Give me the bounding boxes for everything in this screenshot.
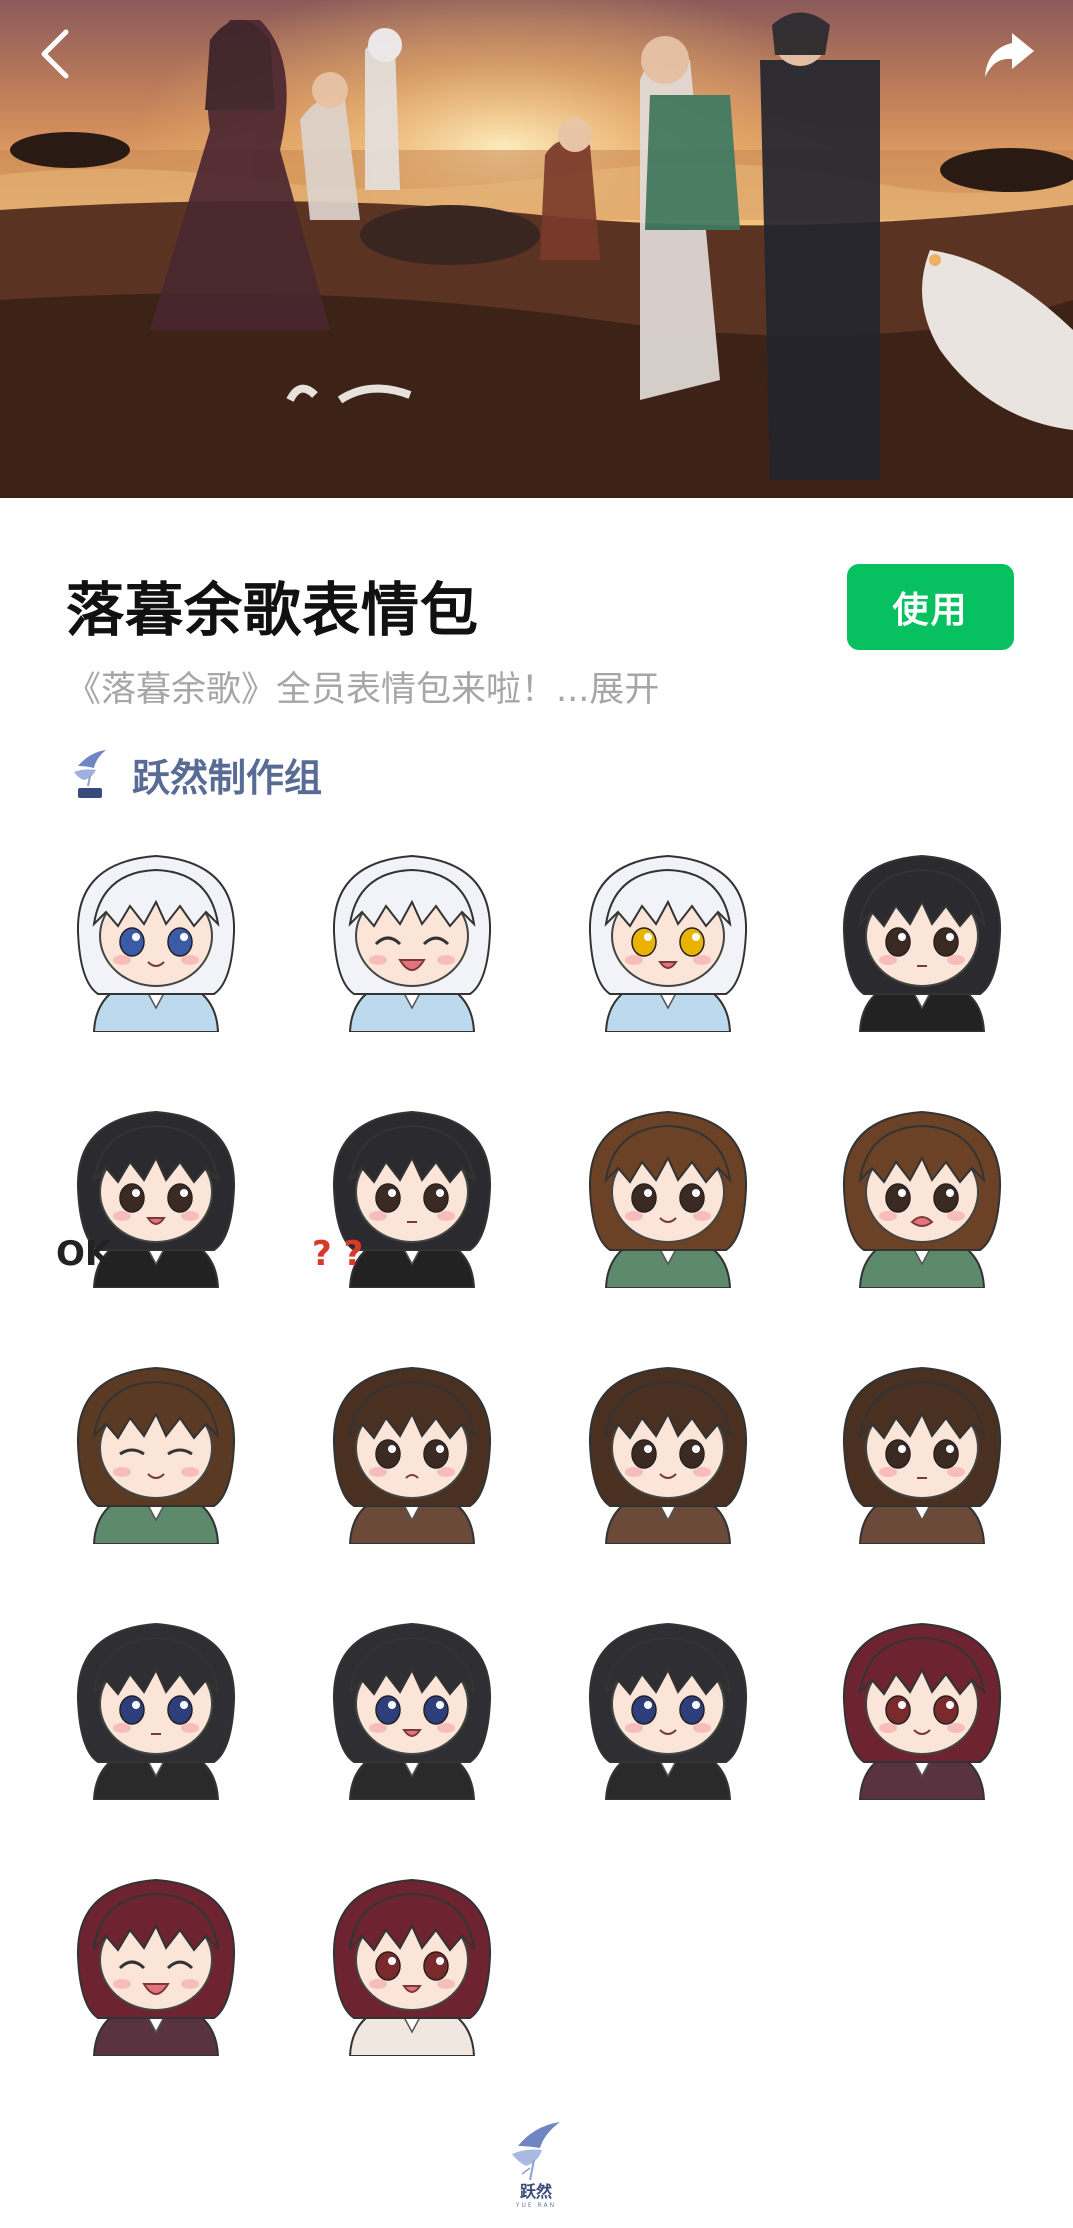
chibi-character-icon (588, 1110, 748, 1288)
chibi-character-icon (332, 1366, 492, 1544)
sticker-pack-detail-page: 落暮余歌表情包 使用 《落暮余歌》全员表情包来啦！...展开 跃然制作组 OK?… (0, 0, 1073, 2228)
expand-link[interactable]: ...展开 (556, 670, 659, 710)
sticker-item[interactable] (822, 1088, 1022, 1288)
chevron-left-icon (41, 29, 69, 79)
sticker-caption: OK (56, 1234, 112, 1274)
author-logo-icon (74, 750, 106, 798)
chibi-character-icon (842, 1622, 1002, 1800)
footer-brand-name: 跃然 (519, 2182, 552, 2201)
sticker-item[interactable] (312, 832, 512, 1032)
sticker-item[interactable] (568, 1600, 768, 1800)
back-button[interactable] (20, 18, 92, 90)
sticker-item[interactable] (822, 1344, 1022, 1544)
chibi-character-icon (842, 1366, 1002, 1544)
sticker-item[interactable] (312, 1600, 512, 1800)
sticker-item[interactable] (56, 1856, 256, 2056)
sticker-item[interactable] (822, 832, 1022, 1032)
pack-description: 《落暮余歌》全员表情包来啦！...展开 (66, 666, 659, 714)
sticker-item[interactable] (56, 1344, 256, 1544)
pack-title: 落暮余歌表情包 (66, 576, 480, 644)
use-button[interactable]: 使用 (847, 564, 1014, 650)
chibi-character-icon (76, 854, 236, 1032)
chibi-character-icon (588, 1366, 748, 1544)
author-name: 跃然制作组 (132, 755, 323, 800)
sticker-item[interactable]: OK (56, 1088, 256, 1288)
footer-brand-sub: YUE RAN (515, 2202, 557, 2209)
sticker-item[interactable] (312, 1344, 512, 1544)
pack-description-text: 《落暮余歌》全员表情包来啦！ (66, 670, 557, 710)
chibi-character-icon (842, 854, 1002, 1032)
chibi-character-icon (588, 1622, 748, 1800)
chibi-character-icon (842, 1110, 1002, 1288)
bird-logo-icon (512, 2122, 560, 2181)
sticker-item[interactable] (312, 1856, 512, 2056)
sticker-caption: ? ? (312, 1234, 364, 1274)
sticker-item[interactable]: ? ? (312, 1088, 512, 1288)
share-button[interactable] (973, 18, 1045, 90)
footer-brand-logo: 跃然 YUE RAN (495, 2118, 577, 2214)
chibi-character-icon (76, 1622, 236, 1800)
banner-image (0, 0, 1073, 498)
sticker-item[interactable] (568, 832, 768, 1032)
chibi-character-icon (76, 1366, 236, 1544)
chibi-character-icon (332, 1878, 492, 2056)
sticker-item[interactable] (568, 1344, 768, 1544)
chibi-character-icon (76, 1878, 236, 2056)
sticker-item[interactable] (568, 1088, 768, 1288)
share-arrow-icon (985, 33, 1034, 77)
sticker-item[interactable] (822, 1600, 1022, 1800)
chibi-character-icon (332, 1622, 492, 1800)
banner-illustration (0, 0, 1073, 498)
sticker-item[interactable] (56, 832, 256, 1032)
chibi-character-icon (588, 854, 748, 1032)
author-link[interactable]: 跃然制作组 (66, 744, 322, 804)
sticker-item[interactable] (56, 1600, 256, 1800)
chibi-character-icon (332, 854, 492, 1032)
